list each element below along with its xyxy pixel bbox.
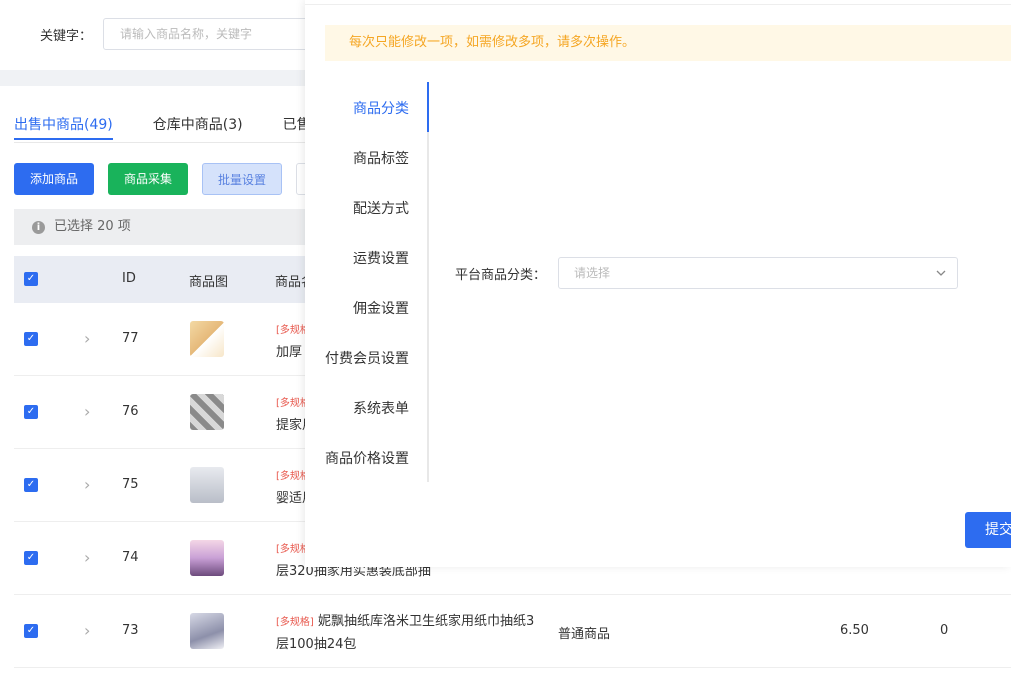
modal-divider [305, 4, 1011, 5]
category-select-placeholder: 请选择 [574, 266, 611, 280]
chevron-down-icon [936, 270, 946, 276]
product-name-text: 妮飘抽纸库洛米卫生纸家用纸巾抽纸3层100抽24包 [276, 614, 535, 652]
row-checkbox[interactable]: ✓ [24, 332, 38, 346]
tab-warehouse[interactable]: 仓库中商品(3) [153, 114, 243, 140]
expand-chevron-icon[interactable]: › [84, 329, 90, 348]
expand-chevron-icon[interactable]: › [84, 548, 90, 567]
row-checkbox[interactable]: ✓ [24, 551, 38, 565]
warning-alert: 每次只能修改一项，如需修改多项，请多次操作。 [325, 25, 1011, 61]
product-thumbnail [190, 540, 224, 576]
product-name: [多规格] 妮飘抽纸库洛米卫生纸家用纸巾抽纸3层100抽24包 [276, 611, 546, 656]
nav-item-price[interactable]: 商品价格设置 [325, 448, 409, 468]
row-checkbox[interactable]: ✓ [24, 405, 38, 419]
row-id: 73 [122, 623, 139, 638]
row-id: 77 [122, 331, 139, 346]
category-label: 平台商品分类： [455, 268, 547, 283]
add-product-button[interactable]: 添加商品 [14, 163, 94, 195]
expand-chevron-icon[interactable]: › [84, 475, 90, 494]
expand-chevron-icon[interactable]: › [84, 621, 90, 640]
batch-settings-button[interactable]: 批量设置 [202, 163, 282, 195]
nav-item-category[interactable]: 商品分类 [353, 98, 409, 118]
row-checkbox[interactable]: ✓ [24, 478, 38, 492]
product-tabs: 出售中商品(49) 仓库中商品(3) 已售 [14, 114, 351, 140]
row-checkbox[interactable]: ✓ [24, 624, 38, 638]
product-thumbnail [190, 467, 224, 503]
category-select[interactable]: 请选择 [558, 257, 958, 289]
batch-settings-modal: 每次只能修改一项，如需修改多项，请多次操作。 商品分类 商品标签 配送方式 运费… [305, 0, 1011, 567]
info-icon: i [32, 221, 45, 234]
keyword-label: 关键字： [40, 29, 93, 44]
nav-item-commission[interactable]: 佣金设置 [353, 298, 409, 318]
nav-item-shipping-fee[interactable]: 运费设置 [353, 248, 409, 268]
nav-item-system-form[interactable]: 系统表单 [353, 398, 409, 418]
product-thumbnail [190, 321, 224, 357]
product-type: 普通商品 [558, 627, 611, 642]
product-thumbnail [190, 613, 224, 649]
header-image: 商品图 [189, 275, 229, 290]
collect-product-button[interactable]: 商品采集 [108, 163, 188, 195]
table-row: ✓ › 73 [多规格] 妮飘抽纸库洛米卫生纸家用纸巾抽纸3层100抽24包 普… [14, 595, 1011, 668]
product-sales: 0 [940, 623, 949, 638]
header-id: ID [122, 271, 136, 286]
product-name-text: 加厚 [276, 345, 303, 360]
multi-spec-tag: [多规格] [276, 617, 314, 628]
product-thumbnail [190, 394, 224, 430]
selection-count: 已选择 20 项 [54, 219, 131, 234]
row-id: 74 [122, 550, 139, 565]
row-id: 76 [122, 404, 139, 419]
nav-item-delivery[interactable]: 配送方式 [353, 198, 409, 218]
settings-nav: 商品分类 商品标签 配送方式 运费设置 佣金设置 付费会员设置 系统表单 商品价… [305, 82, 429, 482]
nav-item-tags[interactable]: 商品标签 [353, 148, 409, 168]
tab-on-sale[interactable]: 出售中商品(49) [14, 114, 113, 140]
product-price: 6.50 [840, 623, 869, 638]
submit-button[interactable]: 提交 [965, 512, 1011, 548]
expand-chevron-icon[interactable]: › [84, 402, 90, 421]
nav-item-member[interactable]: 付费会员设置 [325, 348, 409, 368]
row-id: 75 [122, 477, 139, 492]
select-all-checkbox[interactable]: ✓ [24, 272, 38, 286]
